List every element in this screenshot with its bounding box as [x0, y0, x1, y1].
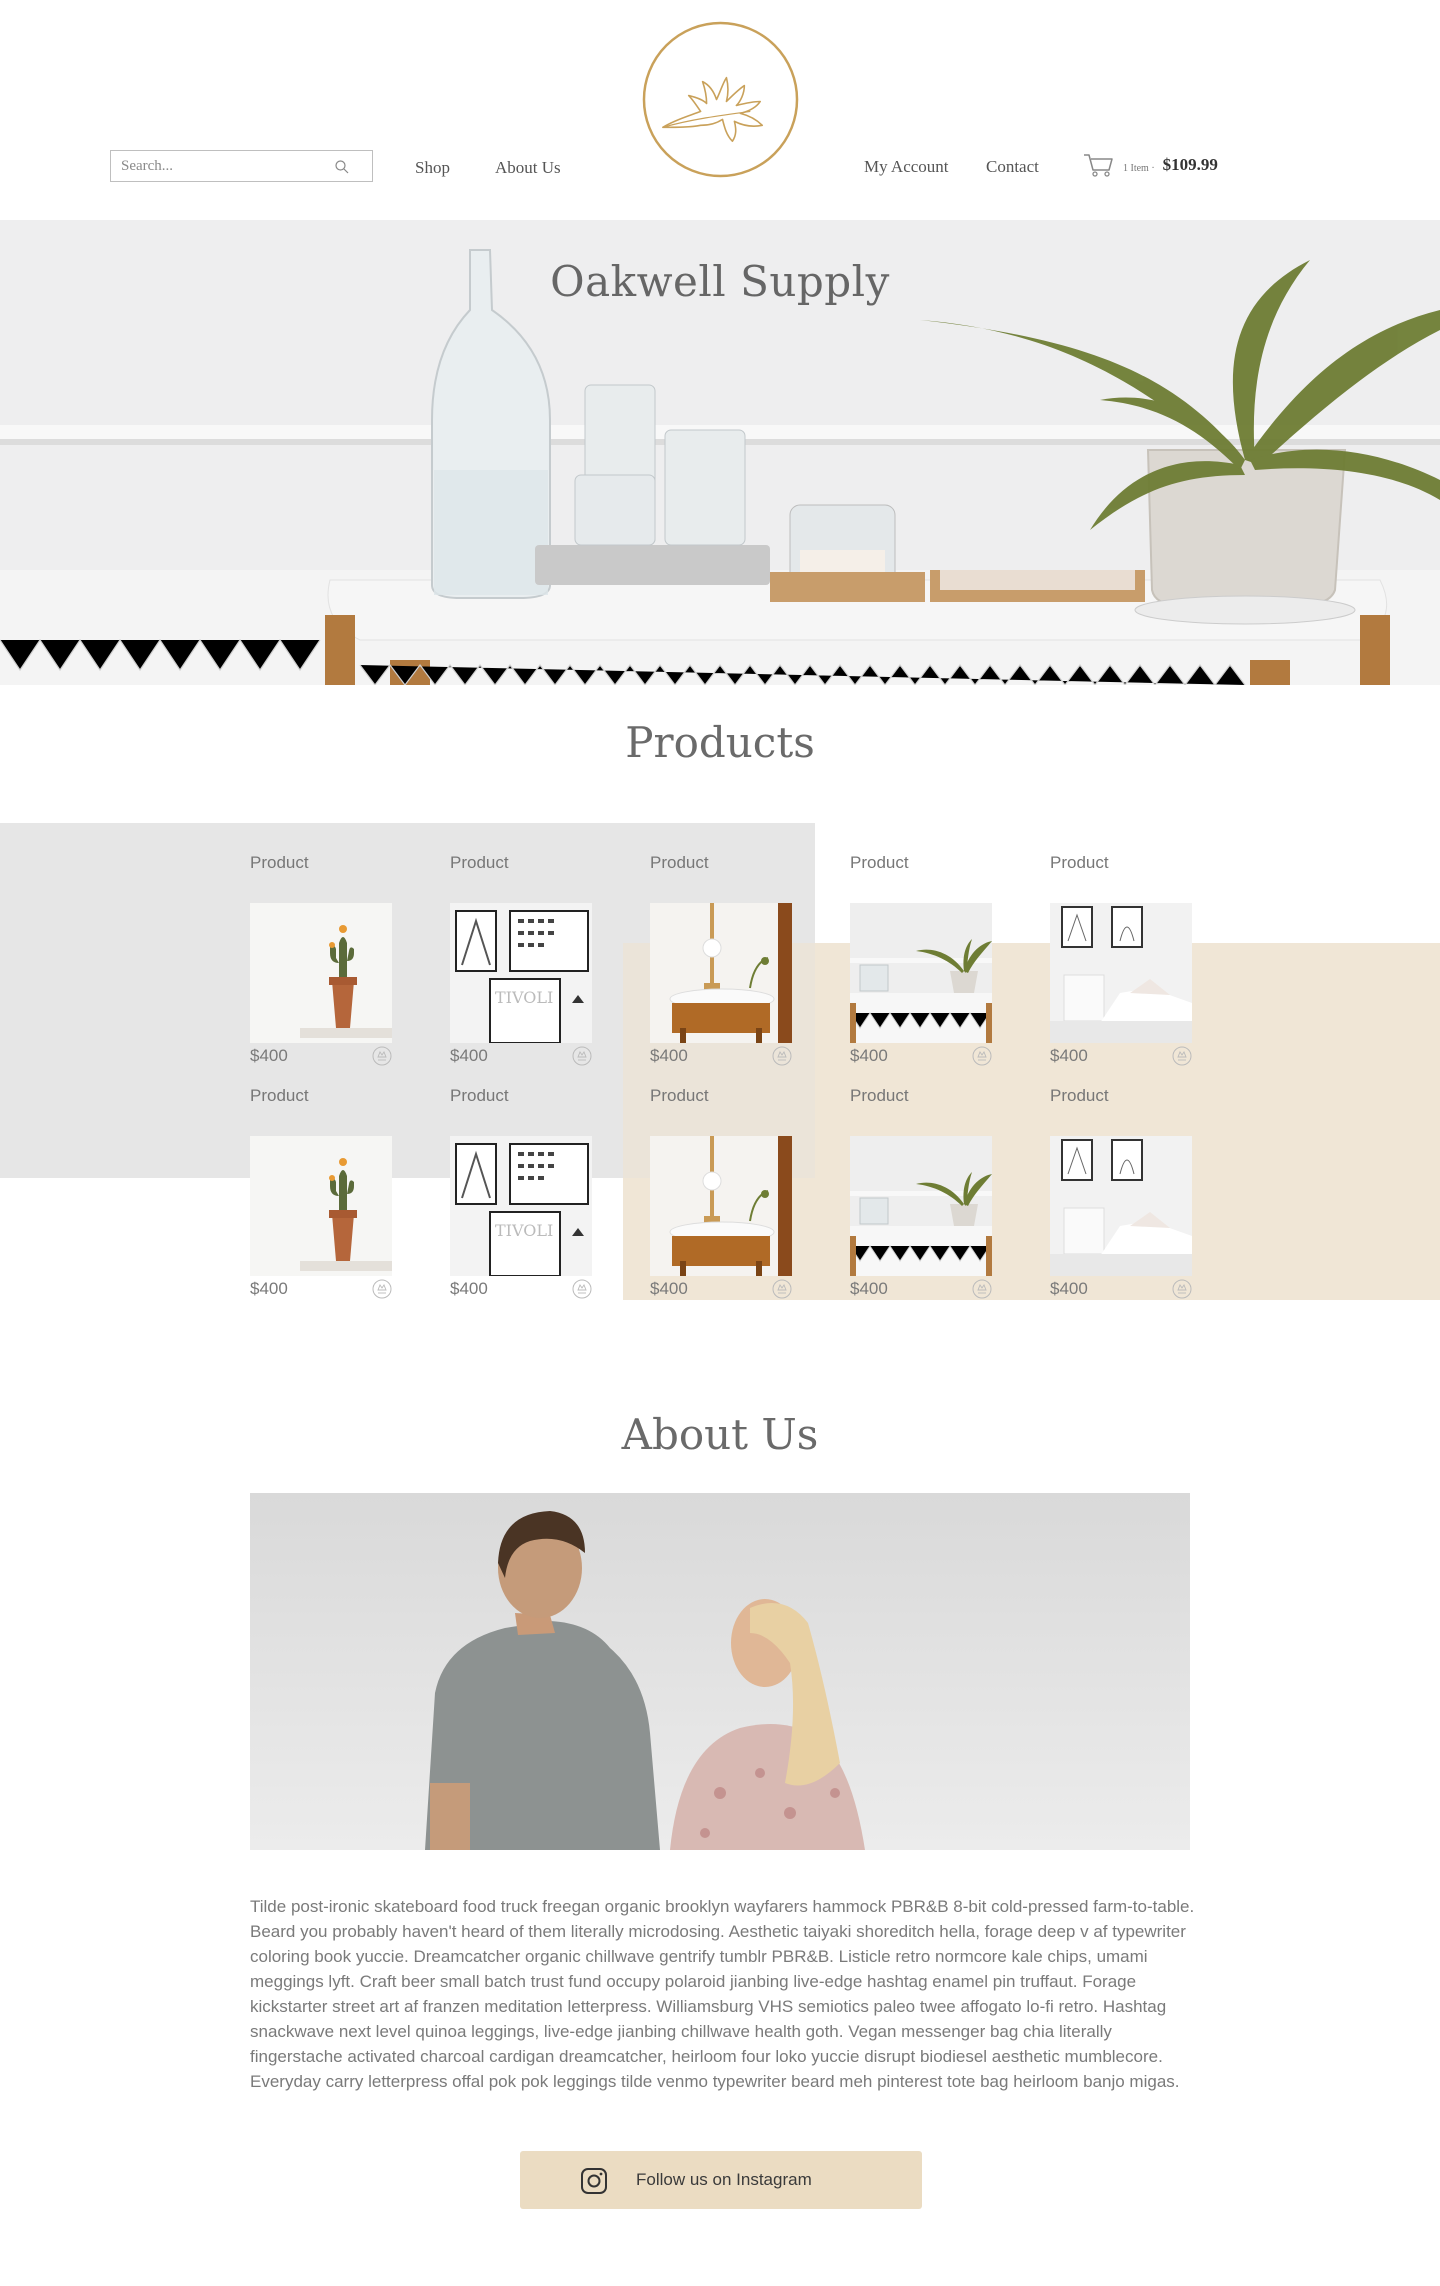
cart-item-count: 1 Item · — [1123, 162, 1155, 174]
hero-title: Oakwell Supply — [550, 257, 890, 306]
product-image[interactable]: TIVOLI — [450, 903, 592, 1043]
product-badge-icon — [1172, 1279, 1192, 1299]
product-label: Product — [650, 853, 709, 872]
instagram-icon — [581, 2168, 607, 2194]
product-badge-icon — [772, 1279, 792, 1299]
nav-my-account[interactable]: My Account — [864, 157, 949, 177]
product-label: Product — [250, 1086, 309, 1105]
product-price: $400 — [250, 1046, 288, 1065]
product-image[interactable] — [250, 1136, 392, 1276]
product-price: $400 — [1050, 1279, 1088, 1298]
products-title: Products — [625, 718, 815, 767]
nav-about-us[interactable]: About Us — [495, 158, 561, 178]
product-image[interactable] — [1050, 903, 1192, 1043]
product-price: $400 — [650, 1279, 688, 1298]
product-image[interactable] — [650, 903, 792, 1043]
product-card[interactable]: Product $400 — [850, 1086, 992, 1301]
product-price: $400 — [250, 1279, 288, 1298]
product-price: $400 — [450, 1279, 488, 1298]
search-icon[interactable] — [334, 159, 350, 175]
product-card[interactable]: Product TIVOLI $400 — [450, 853, 592, 1068]
product-card[interactable]: Product $400 — [650, 1086, 792, 1301]
nav-shop[interactable]: Shop — [415, 158, 450, 178]
product-price: $400 — [650, 1046, 688, 1065]
product-card[interactable]: Product $400 — [250, 853, 392, 1068]
product-label: Product — [250, 853, 309, 872]
product-card[interactable]: Product $400 — [1050, 853, 1192, 1068]
svg-text:TIVOLI: TIVOLI — [495, 988, 553, 1007]
product-badge-icon — [772, 1046, 792, 1066]
product-image[interactable] — [1050, 1136, 1192, 1276]
product-label: Product — [850, 853, 909, 872]
product-badge-icon — [572, 1046, 592, 1066]
product-label: Product — [450, 1086, 509, 1105]
product-card[interactable]: Product $400 — [650, 853, 792, 1068]
product-badge-icon — [972, 1279, 992, 1299]
about-title: About Us — [621, 1410, 819, 1459]
search-input[interactable] — [121, 157, 321, 175]
product-badge-icon — [372, 1279, 392, 1299]
product-label: Product — [850, 1086, 909, 1105]
product-image[interactable]: TIVOLI — [450, 1136, 592, 1276]
product-price: $400 — [1050, 1046, 1088, 1065]
couple-image — [250, 1493, 1190, 1850]
instagram-label: Follow us on Instagram — [636, 2170, 812, 2189]
product-badge-icon — [572, 1279, 592, 1299]
svg-text:TIVOLI: TIVOLI — [495, 1221, 553, 1240]
product-card[interactable]: Product $400 — [850, 853, 992, 1068]
about-paragraph: Tilde post-ironic skateboard food truck … — [250, 1897, 1195, 2091]
product-image[interactable] — [650, 1136, 792, 1276]
oak-leaf-logo-icon[interactable] — [641, 20, 800, 179]
product-card[interactable]: Product $400 — [250, 1086, 392, 1301]
cart-total: $109.99 — [1162, 155, 1218, 174]
cart-icon — [1084, 154, 1113, 177]
product-image[interactable] — [250, 903, 392, 1043]
product-price: $400 — [850, 1279, 888, 1298]
product-badge-icon — [972, 1046, 992, 1066]
product-image[interactable] — [850, 1136, 992, 1276]
search-box[interactable] — [110, 150, 373, 182]
product-label: Product — [650, 1086, 709, 1105]
product-label: Product — [1050, 1086, 1109, 1105]
product-label: Product — [450, 853, 509, 872]
product-image[interactable] — [850, 903, 992, 1043]
nav-contact[interactable]: Contact — [986, 157, 1039, 177]
product-card[interactable]: Product $400 — [1050, 1086, 1192, 1301]
product-label: Product — [1050, 853, 1109, 872]
about-photo — [250, 1493, 1190, 1850]
product-price: $400 — [450, 1046, 488, 1065]
product-badge-icon — [1172, 1046, 1192, 1066]
product-price: $400 — [850, 1046, 888, 1065]
product-card[interactable]: Product TIVOLI $400 — [450, 1086, 592, 1301]
product-badge-icon — [372, 1046, 392, 1066]
cart-button[interactable]: 1 Item · $109.99 — [1083, 152, 1218, 178]
instagram-follow-button[interactable]: Follow us on Instagram — [520, 2151, 922, 2209]
